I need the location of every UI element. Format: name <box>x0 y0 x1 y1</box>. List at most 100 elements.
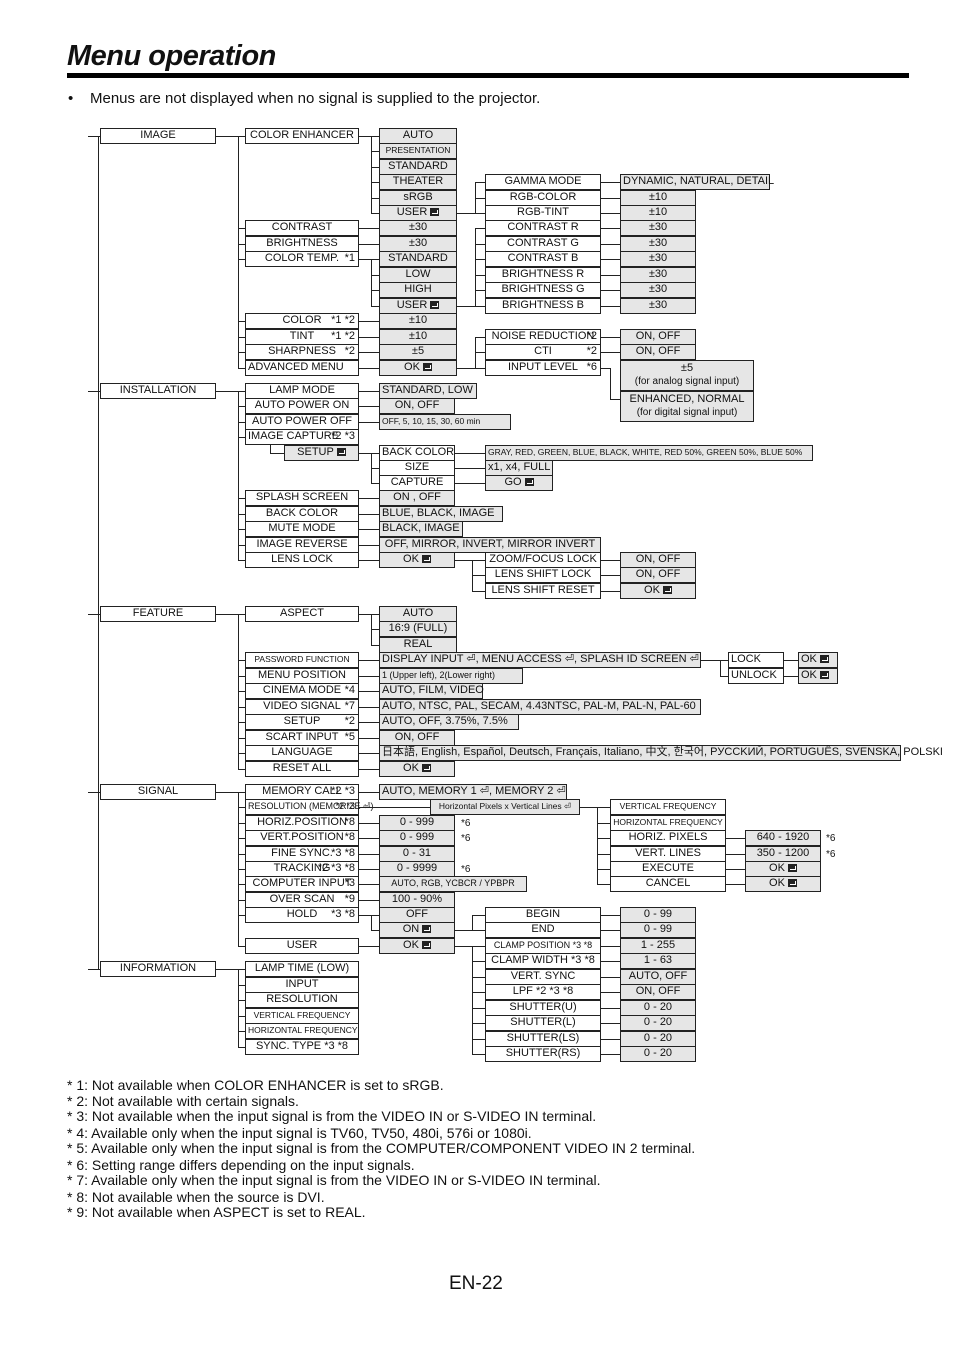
input-level-digital: ENHANCED, NORMAL <box>629 393 745 405</box>
menu-box: BACK COLOR <box>245 506 359 522</box>
menu-label: RGB-COLOR <box>509 191 577 203</box>
footnote-ref: *6 <box>586 361 597 373</box>
menu-label: HORIZONTAL FREQUENCY <box>613 817 723 827</box>
connector-line <box>472 591 485 593</box>
option-box: USER <box>379 205 457 221</box>
menu-box: EXECUTE <box>610 861 726 877</box>
menu-box: 0 - 999 <box>379 830 455 846</box>
menu-label: COLOR TEMP. <box>264 252 340 264</box>
footnote: * 7: Available only when the input signa… <box>67 1172 601 1188</box>
menu-box: VERT.POSITION *8 <box>245 830 359 846</box>
menu-box: HORIZ. PIXELS <box>610 830 726 846</box>
menu-box: Horizontal Pixels x Vertical Lines ⏎ <box>430 799 580 815</box>
connector-line <box>597 838 610 840</box>
menu-box: SPLASH SCREEN <box>245 490 359 506</box>
connector-line <box>238 869 245 871</box>
menu-label: CONTRAST B <box>507 252 579 264</box>
connector-line <box>238 228 245 230</box>
menu-label: GRAY, RED, GREEN, BLUE, BLACK, WHITE, RE… <box>488 447 803 457</box>
footnote-ref: *5 <box>344 731 355 743</box>
connector-line <box>472 560 485 562</box>
menu-box: BRIGHTNESS B <box>485 298 601 314</box>
connector-line <box>359 691 379 693</box>
footnote-ref: *3 <box>344 877 355 889</box>
menu-label: AUTO, FILM, VIDEO <box>382 684 484 696</box>
menu-label: ADVANCED MENU <box>248 361 344 373</box>
menu-box: MENU POSITION <box>245 668 359 684</box>
connector-line <box>601 575 620 577</box>
menu-label: CLAMP POSITION *3 *8 <box>493 940 593 950</box>
menu-label: THEATER <box>392 175 444 187</box>
connector-line <box>238 244 245 246</box>
footnote-ref: *9 <box>344 893 355 905</box>
connector-line <box>601 591 620 593</box>
menu-label: MEMORY CALL <box>262 785 342 797</box>
enter-icon <box>336 448 346 456</box>
menu-box: ON, OFF <box>620 329 696 345</box>
menu-box: BRIGHTNESS R <box>485 267 601 283</box>
menu-box: CTI *2 <box>485 344 601 360</box>
menu-box: ±30 <box>620 298 696 314</box>
menu-label: BEGIN <box>525 908 561 920</box>
menu-box: INPUT LEVEL *6 <box>485 360 601 376</box>
connector-line <box>472 915 474 930</box>
connector-line <box>784 676 798 678</box>
menu-label: SHUTTER(L) <box>510 1016 576 1028</box>
menu-label: AUTO, OFF, 3.75%, 7.5% <box>382 715 508 727</box>
menu-label: BLUE, BLACK, IMAGE <box>382 507 495 519</box>
menu-box: SHARPNESS *2 <box>245 344 359 360</box>
connector-line <box>371 290 379 292</box>
menu-box: ±10 <box>379 329 457 345</box>
connector-line <box>238 1031 245 1033</box>
menu-label: SETUP <box>283 715 321 727</box>
menu-label: INPUT <box>285 978 319 990</box>
enter-icon <box>422 363 432 371</box>
menu-box: HIGH <box>379 282 457 298</box>
footnote-ref: *2 *3 <box>331 430 355 442</box>
menu-label: ±5 <box>411 345 425 357</box>
connector-line <box>238 1047 245 1049</box>
connector-line <box>238 807 245 809</box>
menu-box: OK <box>798 652 838 668</box>
menu-label: ±30 <box>648 252 668 264</box>
menu-box: CLAMP POSITION *3 *8 <box>485 938 601 954</box>
menu-box: ON, OFF <box>379 398 455 414</box>
footnote-ref: *2 <box>344 345 355 357</box>
menu-box: COLOR *1 *2 <box>245 313 359 329</box>
connector-line <box>371 915 373 930</box>
footnote-ref: *3 *8 <box>331 847 355 859</box>
connector-line <box>720 660 722 676</box>
footnote: * 6: Setting range differs depending on … <box>67 1157 415 1173</box>
top-menu-item: INFORMATION <box>100 961 216 977</box>
connector-line <box>238 946 245 948</box>
menu-label: LAMP MODE <box>269 384 335 396</box>
menu-box: LAMP MODE <box>245 383 359 399</box>
connector-line <box>784 660 798 662</box>
footnote: * 9: Not available when ASPECT is set to… <box>67 1204 366 1220</box>
menu-label: SPLASH SCREEN <box>255 491 349 503</box>
input-level-analog: ±5 <box>680 362 694 374</box>
menu-label: OK <box>403 553 419 565</box>
menu-label: VIDEO SIGNAL <box>263 700 341 712</box>
connector-line <box>455 946 472 948</box>
menu-label: USER <box>396 206 428 218</box>
connector-line <box>238 136 245 138</box>
enter-icon <box>524 478 534 486</box>
connector-line <box>371 306 379 308</box>
menu-box: LENS SHIFT LOCK <box>485 567 601 583</box>
menu-box: IMAGE REVERSE <box>245 537 359 553</box>
connector-line <box>238 259 245 261</box>
connector-line <box>238 368 245 370</box>
connector-line <box>597 807 599 884</box>
connector-line <box>359 560 379 562</box>
connector-line <box>371 151 379 153</box>
menu-label: ±30 <box>648 268 668 280</box>
menu-label: AUTO <box>402 129 434 141</box>
menu-label: MUTE MODE <box>268 522 336 534</box>
connector-line <box>359 244 379 246</box>
menu-box: CANCEL <box>610 876 726 892</box>
menu-box: MEMORY CALL *2 *3 <box>245 784 359 800</box>
menu-label: DYNAMIC, NATURAL, DETAIL <box>623 175 775 187</box>
menu-label: SHUTTER(RS) <box>505 1047 581 1059</box>
menu-box: ENHANCED, NORMAL (for digital signal inpu… <box>620 391 754 422</box>
